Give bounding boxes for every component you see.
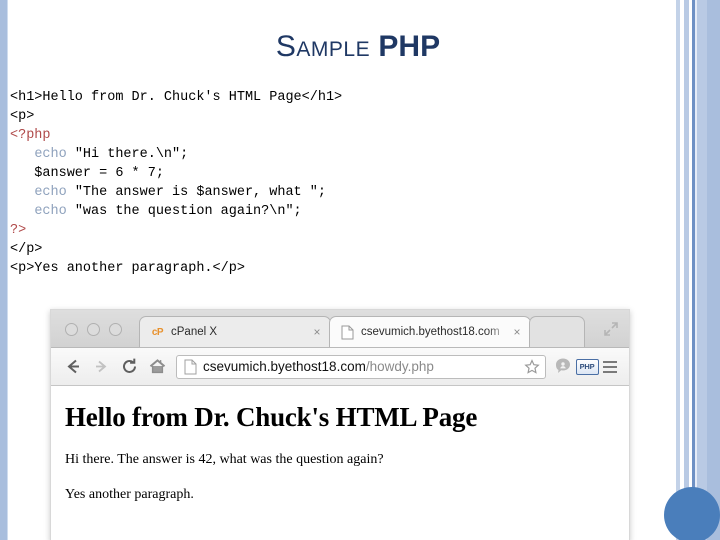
code-token: echo (34, 185, 67, 200)
slide-border-left (0, 0, 7, 540)
window-controls[interactable] (65, 323, 122, 336)
new-tab-button[interactable] (529, 316, 585, 347)
menu-icon[interactable] (599, 360, 621, 373)
code-token: <h1>Hello from Dr. Chuck's HTML Page</h1… (10, 90, 343, 105)
code-line: <h1>Hello from Dr. Chuck's HTML Page</h1… (10, 88, 570, 107)
code-line: $answer = 6 * 7; (10, 164, 570, 183)
code-token: $answer = 6 * 7; (10, 166, 164, 181)
url-input[interactable]: csevumich.byethost18.com/howdy.php (203, 359, 523, 374)
code-line: echo "The answer is $answer, what "; (10, 183, 570, 202)
reload-button[interactable] (115, 353, 143, 381)
code-token: <p> (10, 109, 35, 124)
zoom-dot-icon[interactable] (109, 323, 122, 336)
code-line: echo "was the question again?\n"; (10, 202, 570, 221)
code-token: "was the question again?\n"; (66, 204, 302, 219)
browser-tabstrip: cP cPanel X × csevumich.byethost18.com × (51, 310, 629, 348)
code-token: ?> (10, 223, 27, 238)
maximize-icon[interactable] (603, 321, 619, 337)
code-line: </p> (10, 240, 570, 259)
slide: Sample PHP <h1>Hello from Dr. Chuck's HT… (0, 0, 720, 540)
code-token: echo (34, 147, 67, 162)
browser-navbar: csevumich.byethost18.com/howdy.php PHP (51, 348, 629, 386)
profile-icon[interactable] (551, 354, 575, 380)
php-extension-icon[interactable]: PHP (575, 354, 599, 380)
page-title: Sample PHP (8, 30, 708, 64)
page-favicon-icon (340, 325, 355, 340)
back-button[interactable] (59, 353, 87, 381)
code-token: </p> (10, 242, 43, 257)
url-bar[interactable]: csevumich.byethost18.com/howdy.php (176, 354, 546, 379)
code-line: <p> (10, 107, 570, 126)
forward-button[interactable] (87, 353, 115, 381)
slide-border-right-1 (676, 0, 680, 540)
php-extension-label: PHP (575, 358, 599, 375)
code-token: "Hi there.\n"; (66, 147, 189, 162)
browser-tab-title: csevumich.byethost18.com (361, 326, 500, 338)
decorative-circle (664, 487, 720, 540)
close-dot-icon[interactable] (65, 323, 78, 336)
slide-border-right-2 (684, 0, 689, 540)
cpanel-favicon-icon: cP (151, 326, 164, 338)
code-line: <p>Yes another paragraph.</p> (10, 259, 570, 278)
page-title-smallcaps: Sample (275, 30, 371, 63)
rendered-heading: Hello from Dr. Chuck's HTML Page (65, 402, 478, 432)
rendered-page: Hello from Dr. Chuck's HTML Page Hi ther… (51, 386, 629, 540)
star-icon[interactable] (523, 358, 541, 375)
browser-screenshot: cP cPanel X × csevumich.byethost18.com × (50, 309, 630, 540)
code-token: "The answer is $answer, what "; (66, 185, 326, 200)
browser-tab-title: cPanel X (171, 326, 218, 338)
code-line: ?> (10, 221, 570, 240)
slide-border-right-6 (707, 0, 720, 540)
code-line: echo "Hi there.\n"; (10, 145, 570, 164)
browser-tab-cpanel[interactable]: cP cPanel X × (139, 316, 331, 347)
code-token: <?php (10, 128, 51, 143)
browser-tab-csevumich[interactable]: csevumich.byethost18.com × (329, 316, 531, 347)
minimize-dot-icon[interactable] (87, 323, 100, 336)
rendered-paragraph-2: Yes another paragraph. (65, 487, 194, 502)
code-listing: <h1>Hello from Dr. Chuck's HTML Page</h1… (10, 88, 570, 278)
page-icon (184, 359, 198, 375)
slide-border-right-5 (697, 0, 707, 540)
tab-close-icon[interactable]: × (310, 326, 324, 338)
tab-close-icon[interactable]: × (510, 326, 524, 338)
slide-border-left-thin (7, 0, 8, 540)
url-path: /howdy.php (365, 359, 434, 374)
url-host: csevumich.byethost18.com (203, 359, 366, 374)
code-token: echo (34, 204, 67, 219)
code-token: <p>Yes another paragraph.</p> (10, 261, 245, 276)
page-title-emphasis: PHP (378, 30, 441, 63)
rendered-paragraph-1: Hi there. The answer is 42, what was the… (65, 452, 384, 467)
home-button[interactable] (143, 353, 171, 381)
code-line: <?php (10, 126, 570, 145)
